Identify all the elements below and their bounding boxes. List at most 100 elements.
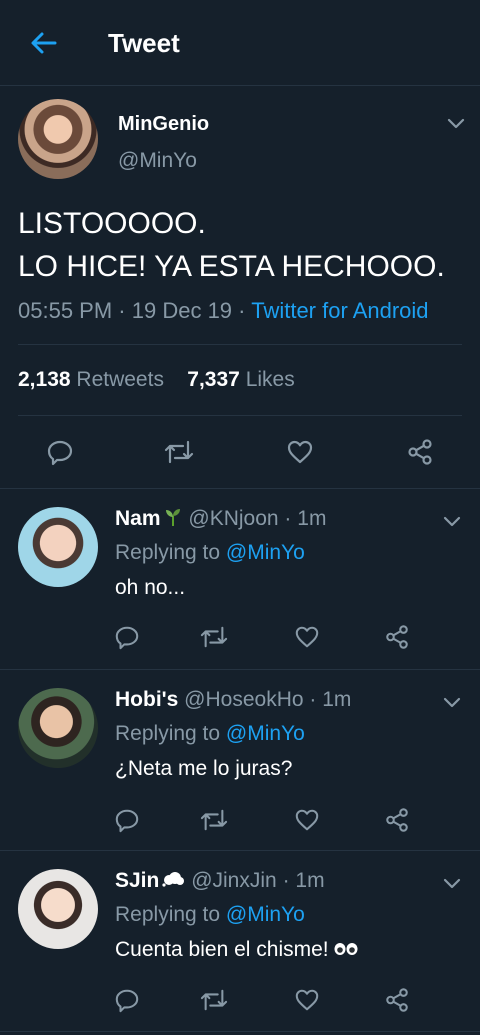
retweet-button[interactable] — [163, 436, 195, 468]
tweet-stats: 2,138 Retweets 7,337 Likes — [18, 368, 295, 392]
retweet-icon — [200, 809, 228, 831]
replying-prefix: Replying to — [115, 541, 221, 564]
reply-icon — [47, 440, 73, 466]
chevron-down-icon — [443, 697, 461, 708]
meta-separator: · — [118, 298, 126, 323]
back-button[interactable] — [26, 26, 60, 60]
reply-text: oh no... — [115, 576, 186, 599]
tweet-text-line: LO HICE! YA ESTA HECHOOO. — [18, 250, 445, 283]
reply-header: Nam @KNjoon · 1m — [115, 507, 326, 531]
reply-icon — [115, 989, 139, 1013]
reply-menu-button[interactable] — [440, 690, 464, 714]
replying-prefix: Replying to — [115, 722, 221, 745]
share-icon — [386, 625, 408, 649]
tweet-meta: 05:55 PM · 19 Dec 19 · Twitter for Andro… — [18, 298, 429, 324]
like-button[interactable] — [291, 621, 323, 653]
likes-count[interactable]: 7,337 — [187, 368, 240, 391]
tweet-time: 05:55 PM — [18, 298, 113, 323]
retweet-icon — [200, 989, 228, 1011]
reply-button[interactable] — [111, 621, 143, 653]
meta-separator: · — [309, 688, 317, 711]
retweet-button[interactable] — [198, 984, 230, 1016]
reply-header: SJin @JinxJin · 1m — [115, 869, 325, 893]
page-title: Tweet — [108, 28, 180, 58]
chevron-down-icon — [447, 118, 465, 129]
reply-tweet[interactable]: Nam @KNjoon · 1m Replying to @MinYo oh n… — [0, 489, 480, 670]
reply-tweet[interactable]: SJin @JinxJin · 1m Replying to @MinYo Cu… — [0, 851, 480, 1032]
tweet-date: 19 Dec 19 — [131, 298, 233, 323]
reply-button[interactable] — [44, 436, 76, 468]
back-arrow-icon — [31, 32, 57, 54]
reply-text: Cuenta bien el chisme! — [115, 938, 359, 962]
like-icon — [287, 440, 313, 464]
tweet-actions — [0, 436, 480, 480]
like-icon — [295, 989, 319, 1011]
tweet-text-line: LISTOOOOO. — [18, 207, 206, 240]
replying-to-link[interactable]: @MinYo — [226, 903, 305, 926]
reply-tweet[interactable]: Hobi's @HoseokHo · 1m Replying to @MinYo… — [0, 670, 480, 851]
retweet-button[interactable] — [198, 621, 230, 653]
divider — [18, 344, 462, 345]
tweet-source-link[interactable]: Twitter for Android — [251, 298, 428, 323]
reply-button[interactable] — [111, 804, 143, 836]
replying-to-link[interactable]: @MinYo — [226, 541, 305, 564]
tweet-text: LISTOOOOO. LO HICE! YA ESTA HECHOOO. — [18, 202, 468, 288]
like-button[interactable] — [291, 984, 323, 1016]
reply-avatar[interactable] — [18, 869, 98, 949]
retweets-label[interactable]: Retweets — [76, 368, 164, 391]
chevron-down-icon — [443, 878, 461, 889]
reply-avatar[interactable] — [18, 507, 98, 587]
author-handle[interactable]: @MinYo — [118, 149, 197, 173]
replying-to: Replying to @MinYo — [115, 541, 305, 565]
reply-button[interactable] — [111, 984, 143, 1016]
share-button[interactable] — [381, 984, 413, 1016]
share-button[interactable] — [404, 436, 436, 468]
reply-menu-button[interactable] — [440, 509, 464, 533]
reply-text: ¿Neta me lo juras? — [115, 757, 293, 780]
like-button[interactable] — [284, 436, 316, 468]
reply-author-handle[interactable]: @KNjoon — [188, 507, 278, 530]
reply-author-name[interactable]: Hobi's — [115, 688, 178, 711]
reply-age: 1m — [297, 507, 327, 530]
share-button[interactable] — [381, 621, 413, 653]
meta-separator: · — [284, 507, 292, 530]
share-button[interactable] — [381, 804, 413, 836]
retweet-button[interactable] — [198, 804, 230, 836]
sprout-icon — [165, 509, 180, 526]
like-button[interactable] — [291, 804, 323, 836]
retweet-icon — [164, 440, 194, 464]
chevron-down-icon — [443, 516, 461, 527]
reply-icon — [115, 626, 139, 650]
retweet-icon — [200, 626, 228, 648]
replying-to-link[interactable]: @MinYo — [226, 722, 305, 745]
top-bar: Tweet — [0, 0, 480, 86]
replying-to: Replying to @MinYo — [115, 903, 305, 927]
reply-avatar[interactable] — [18, 688, 98, 768]
like-icon — [295, 626, 319, 648]
divider — [18, 415, 462, 416]
reply-age: 1m — [295, 869, 325, 892]
meta-separator: · — [282, 869, 290, 892]
reply-author-handle[interactable]: @HoseokHo — [184, 688, 303, 711]
share-icon — [386, 988, 408, 1012]
reply-author-name[interactable]: Nam — [115, 507, 161, 530]
reply-header: Hobi's @HoseokHo · 1m — [115, 688, 351, 712]
likes-label[interactable]: Likes — [246, 368, 295, 391]
replying-prefix: Replying to — [115, 903, 221, 926]
reply-author-name[interactable]: SJin — [115, 869, 159, 892]
reply-text-content: Cuenta bien el chisme! — [115, 938, 329, 961]
author-name[interactable]: MinGenio — [118, 113, 209, 136]
reply-menu-button[interactable] — [440, 871, 464, 895]
meta-separator: · — [238, 298, 246, 323]
thought-cloud-icon — [162, 872, 185, 887]
retweets-count[interactable]: 2,138 — [18, 368, 71, 391]
main-tweet: MinGenio @MinYo LISTOOOOO. LO HICE! YA E… — [0, 86, 480, 489]
eyes-icon — [334, 943, 358, 955]
author-avatar[interactable] — [18, 99, 98, 179]
reply-author-handle[interactable]: @JinxJin — [191, 869, 277, 892]
reply-icon — [115, 809, 139, 833]
share-icon — [408, 439, 432, 465]
tweet-menu-button[interactable] — [444, 111, 468, 135]
like-icon — [295, 809, 319, 831]
share-icon — [386, 808, 408, 832]
